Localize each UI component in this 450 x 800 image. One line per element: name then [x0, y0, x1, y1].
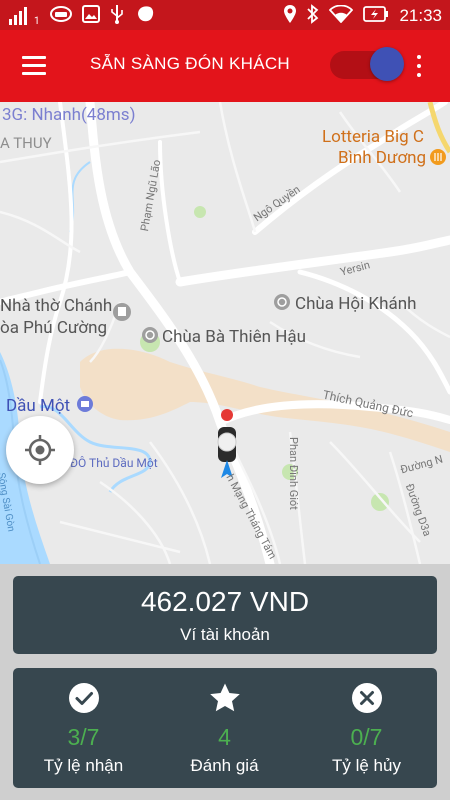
stats-card: 3/7 Tỷ lệ nhận 4 Đánh giá 0/7 Tỷ lệ hủy: [13, 668, 437, 788]
stat-label: Tỷ lệ nhận: [43, 756, 124, 775]
map-label-a-thuy: A THUY: [0, 134, 52, 152]
map-label-do-thu-dau-mot: ĐÔ Thủ Dầu Một: [70, 456, 158, 470]
map-label-chua-ba: Chùa Bà Thiên Hậu: [162, 327, 306, 347]
nha-tho-marker-icon: [113, 303, 131, 321]
map-label-phan-dinh-giot: Phan Đình Giót: [287, 437, 300, 510]
battery-charging-icon: [363, 6, 389, 26]
more-options-button[interactable]: [412, 52, 426, 82]
app-notification-icon: [134, 4, 156, 28]
more-vert-dot: [417, 64, 421, 68]
check-circle-icon: [69, 683, 99, 713]
stat-label: Đánh giá: [190, 756, 259, 775]
stat-accept-rate[interactable]: 3/7 Tỷ lệ nhận: [13, 668, 154, 788]
image-notification-icon: [81, 5, 100, 27]
lotteria-marker-icon: [430, 149, 446, 165]
page-title: SẴN SÀNG ĐÓN KHÁCH: [90, 54, 290, 73]
chua-ba-marker-icon: [142, 327, 158, 343]
map-label-nha-tho-line2: òa Phú Cường: [0, 318, 108, 338]
wifi-icon: [329, 4, 354, 27]
stat-label: Tỷ lệ hủy: [332, 756, 401, 775]
ready-toggle[interactable]: [330, 47, 404, 83]
clock: 21:33: [399, 6, 442, 25]
map-view[interactable]: 3G: Nhanh(48ms) A THUY Lotteria Big C Bì…: [0, 102, 450, 564]
map-label-lotteria-line1: Lotteria Big C: [322, 127, 424, 147]
stat-value: 0/7: [350, 724, 383, 750]
star-icon: [210, 683, 240, 712]
usb-icon: [110, 4, 124, 28]
menu-button[interactable]: [20, 54, 50, 78]
dau-mot-marker-icon: [77, 396, 93, 412]
wallet-amount: 462.027 VND: [140, 586, 310, 617]
stat-cancel-rate[interactable]: 0/7 Tỷ lệ hủy: [296, 668, 437, 788]
stat-value: 4: [218, 724, 231, 750]
more-vert-dot: [417, 73, 421, 77]
crosshair-icon: [25, 435, 55, 465]
hamburger-icon: [22, 56, 46, 59]
more-vert-icon: [417, 55, 421, 59]
car-notification-icon: [49, 6, 72, 26]
status-bar: 1 21:33: [0, 0, 450, 30]
signal-icon: [8, 5, 32, 27]
hamburger-line: [22, 64, 46, 67]
map-label-lotteria-line2: Bình Dương: [338, 148, 427, 168]
map-label-nha-tho-line1: Nhà thờ Chánh: [0, 296, 113, 316]
stat-value: 3/7: [67, 724, 100, 750]
location-icon: [283, 4, 297, 28]
my-location-button[interactable]: [6, 416, 74, 484]
hamburger-line: [22, 72, 46, 75]
stat-rating[interactable]: 4 Đánh giá: [154, 668, 295, 788]
wallet-card[interactable]: 462.027 VND Ví tài khoản: [13, 576, 437, 654]
wallet-label: Ví tài khoản: [180, 625, 270, 644]
map-label-dau-mot: Dầu Một: [6, 396, 71, 416]
cancel-circle-icon: [352, 683, 382, 713]
bottom-panel: 462.027 VND Ví tài khoản 3/7 Tỷ lệ nhận …: [0, 564, 450, 800]
app-bar: SẴN SÀNG ĐÓN KHÁCH: [0, 30, 450, 102]
chua-hoi-khanh-marker-icon: [274, 294, 290, 310]
map-label-chua-hoi-khanh: Chùa Hội Khánh: [295, 294, 417, 314]
network-status: 3G: Nhanh(48ms): [2, 105, 136, 125]
toggle-thumb: [370, 47, 404, 81]
bluetooth-icon: [307, 4, 319, 28]
sim-label: 1: [34, 15, 40, 27]
